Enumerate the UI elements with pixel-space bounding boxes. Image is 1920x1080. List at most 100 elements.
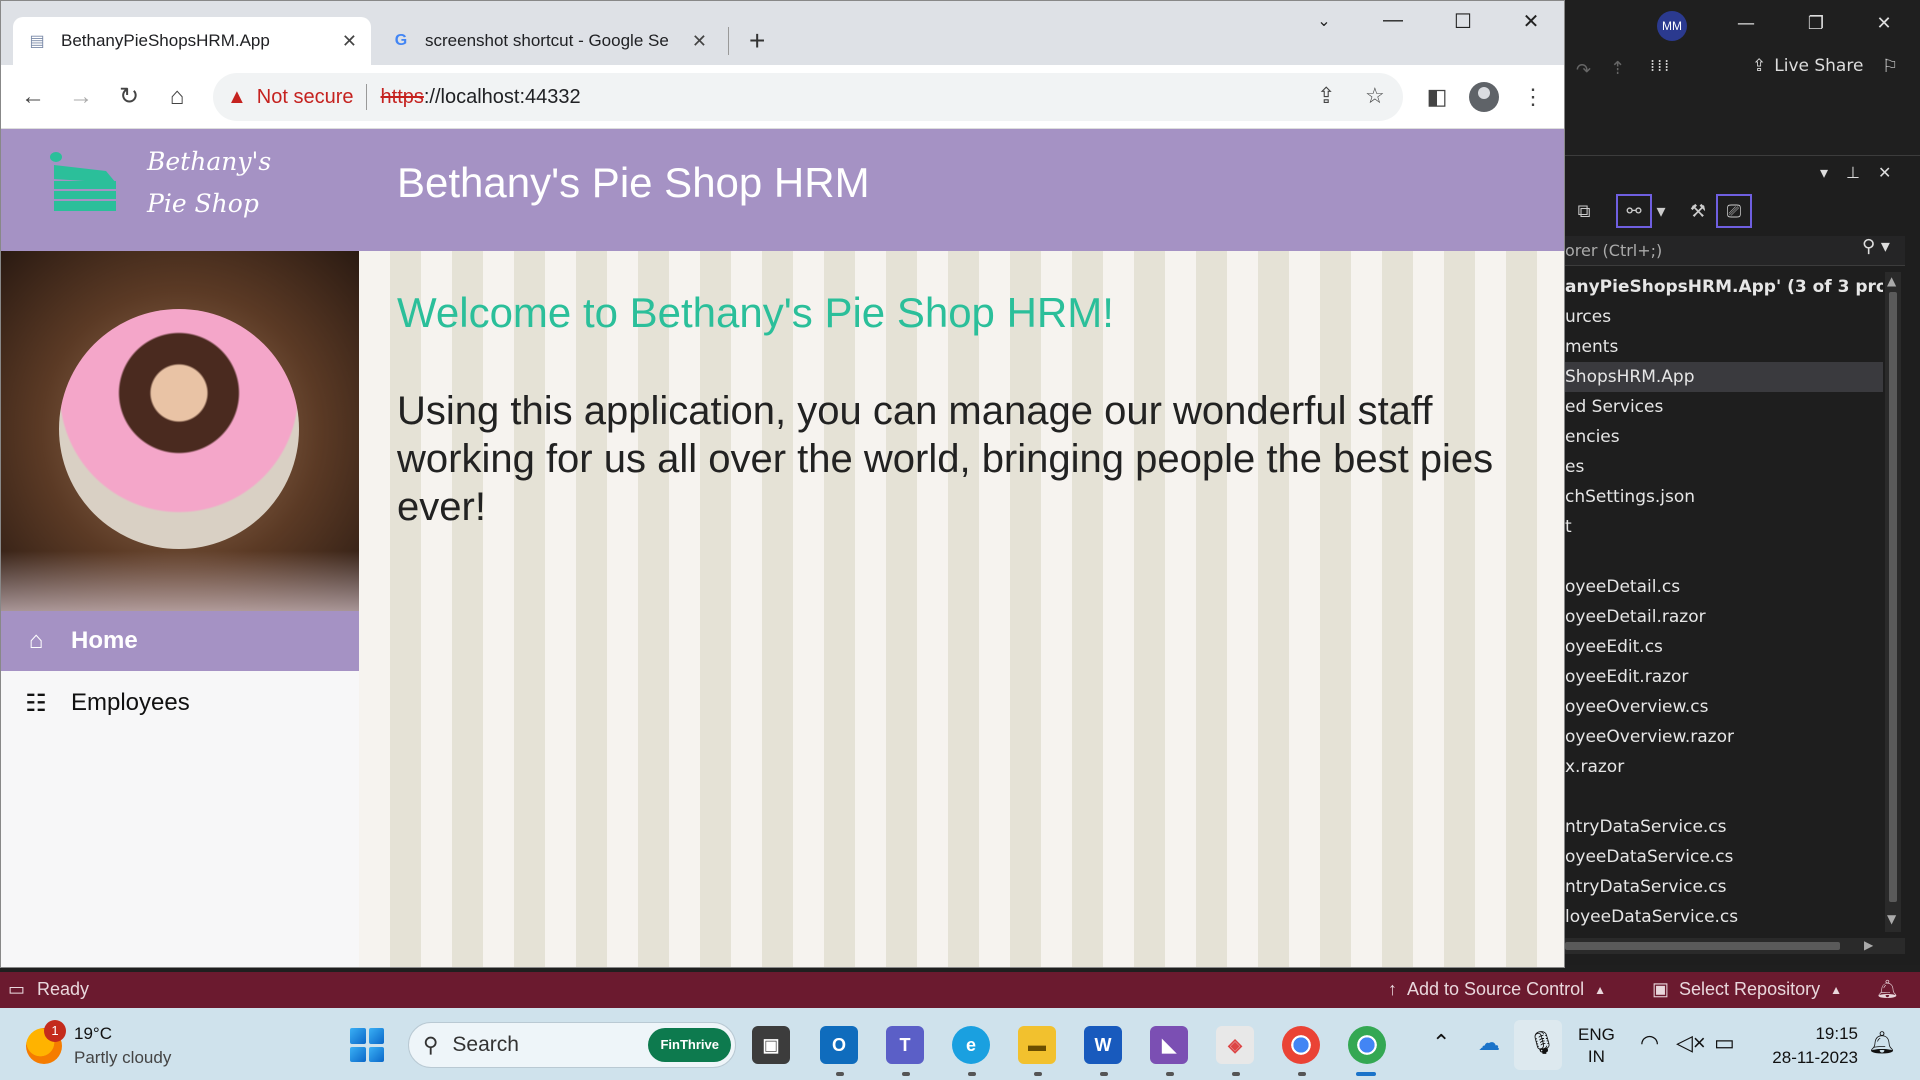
chrome-icon[interactable] [1348,1026,1386,1064]
tree-item[interactable]: ntryDataService.cs [1565,872,1883,902]
sidebar: ⌂ Home ☷ Employees [1,251,359,967]
profile-avatar[interactable] [1469,82,1499,112]
outlook-icon[interactable]: O [820,1026,858,1064]
app-title: Bethany's Pie Shop HRM [397,159,870,206]
tree-item[interactable] [1565,542,1883,572]
tree-item[interactable]: ShopsHRM.App [1565,362,1883,392]
new-tab-icon[interactable]: + [749,25,765,57]
tree-item[interactable]: oyeeDataService.cs [1565,842,1883,872]
reload-icon[interactable]: ↻ [113,81,145,113]
minimize-icon[interactable]: — [1373,9,1413,32]
tree-item[interactable]: chSettings.json [1565,482,1883,512]
tree-item[interactable]: oyeeDetail.cs [1565,572,1883,602]
upload-icon[interactable]: ⇡ [1610,58,1625,79]
taskbar-search[interactable]: ⚲ Search FinThrive [408,1022,736,1068]
chrome-icon[interactable] [1282,1026,1320,1064]
volume-muted-icon[interactable]: ◁× [1676,1030,1706,1056]
search-icon[interactable]: ⚲ ▾ [1862,236,1890,257]
tree-item[interactable]: ntryDataService.cs [1565,812,1883,842]
solution-search-input[interactable]: orer (Ctrl+;) [1565,236,1905,266]
add-to-source-control-button[interactable]: ↑ Add to Source Control ▲ [1388,979,1606,1000]
home-icon[interactable]: ⌂ [161,81,193,113]
output-icon[interactable]: ▭ [8,979,25,1000]
notification-bell-icon[interactable]: 🔔︎ [1868,1030,1896,1056]
scroll-up-icon[interactable]: ▲ [1887,274,1896,288]
minimize-icon[interactable]: — [1728,10,1764,38]
horizontal-scroll-thumb[interactable] [1565,942,1840,950]
close-icon[interactable]: ✕ [1511,9,1551,34]
feedback-icon[interactable]: ⚐ [1882,56,1898,77]
tree-item[interactable]: oyeeOverview.razor [1565,722,1883,752]
tree-item[interactable]: oyeeOverview.cs [1565,692,1883,722]
tree-item[interactable]: es [1565,452,1883,482]
edge-icon[interactable]: e [952,1026,990,1064]
tree-item[interactable]: x.razor [1565,752,1883,782]
account-avatar[interactable]: MM [1657,11,1687,41]
tab-google-search[interactable]: G screenshot shortcut - Google Se ✕ [377,17,721,65]
tree-item[interactable]: ed Services [1565,392,1883,422]
close-icon[interactable]: ✕ [1866,10,1902,38]
clock[interactable]: 19:15 28-11-2023 [1762,1022,1858,1070]
tree-item[interactable]: t [1565,512,1883,542]
preview-icon[interactable]: ⎚ [1716,194,1752,228]
battery-icon[interactable]: ▭ [1714,1030,1735,1056]
running-indicator [1166,1072,1174,1076]
visual-studio-icon[interactable]: ◣ [1150,1026,1188,1064]
format-icon[interactable]: ⁞⁞⁞ [1650,56,1671,75]
dropdown-icon[interactable]: ▾ [1820,163,1828,182]
file-explorer-icon[interactable]: ▬ [1018,1026,1056,1064]
logo-text[interactable]: Bethany's Pie Shop [147,141,271,225]
tree-item[interactable]: oyeeEdit.cs [1565,632,1883,662]
restore-icon[interactable]: ❐ [1798,10,1834,38]
nav-item-home[interactable]: ⌂ Home [1,611,359,671]
side-panel-icon[interactable]: ◧ [1421,81,1453,113]
tree-item[interactable]: ments [1565,332,1883,362]
redo-icon[interactable]: ↷ [1576,60,1591,81]
pie-logo-icon[interactable] [46,151,124,213]
tree-item[interactable]: oyeeEdit.razor [1565,662,1883,692]
live-share-button[interactable]: ⇪ Live Share [1752,56,1863,76]
snipping-tool-icon[interactable]: ◈ [1216,1026,1254,1064]
panel-close-icon[interactable]: ✕ [1878,163,1891,182]
tab-close-icon[interactable]: ✕ [692,31,707,52]
start-button[interactable] [350,1028,384,1062]
vertical-scroll-thumb[interactable] [1889,292,1897,902]
chevron-up-icon[interactable]: ⌃ [1432,1030,1450,1056]
notifications-icon[interactable]: 🔔︎ [1876,979,1899,1000]
wrench-icon[interactable]: ⚒ [1680,194,1716,228]
scroll-down-icon[interactable]: ▼ [1887,912,1896,926]
tab-bethany-app[interactable]: ▤ BethanyPieShopsHRM.App ✕ [13,17,371,65]
bookmark-star-icon[interactable]: ☆ [1365,83,1385,109]
scroll-right-icon[interactable]: ▶ [1864,938,1873,952]
tree-item[interactable]: anyPieShopsHRM.App' (3 of 3 project [1565,272,1883,302]
tab-search-icon[interactable]: ⌄ [1304,11,1344,31]
tree-item[interactable]: urces [1565,302,1883,332]
teams-icon[interactable]: T [886,1026,924,1064]
tree-item[interactable] [1565,782,1883,812]
menu-kebab-icon[interactable]: ⋮ [1517,81,1549,113]
sync-icon[interactable]: ⚯ [1616,194,1652,228]
live-share-label: Live Share [1774,56,1864,76]
nav-item-employees[interactable]: ☷ Employees [1,673,359,733]
tree-item[interactable]: oyeeDetail.razor [1565,602,1883,632]
address-bar[interactable]: ▲ Not secure https ://localhost:44332 [213,73,1403,121]
word-icon[interactable]: W [1084,1026,1122,1064]
wifi-icon[interactable]: ◠ [1640,1030,1659,1056]
task-view-icon[interactable]: ▣ [752,1026,790,1064]
collapse-icon[interactable]: ⧉ [1566,194,1602,228]
pin-icon[interactable]: ⊥ [1846,163,1860,182]
forward-icon[interactable]: → [65,81,97,113]
select-repository-button[interactable]: ▣ Select Repository ▲ [1652,979,1842,1000]
tab-close-icon[interactable]: ✕ [342,31,357,52]
onedrive-icon[interactable]: ☁ [1478,1030,1500,1056]
arrow-up-icon: ↑ [1388,979,1397,999]
language-indicator[interactable]: ENG IN [1578,1024,1615,1068]
share-icon[interactable]: ⇪ [1317,83,1335,109]
maximize-icon[interactable]: ☐ [1443,9,1483,34]
tree-item[interactable]: encies [1565,422,1883,452]
tree-item[interactable]: loyeeDataService.cs [1565,902,1883,932]
security-label[interactable]: Not secure [257,86,354,109]
back-icon[interactable]: ← [17,81,49,113]
chevron-down-icon[interactable]: ▾ [1652,194,1670,228]
finthrive-badge: FinThrive [648,1028,731,1062]
